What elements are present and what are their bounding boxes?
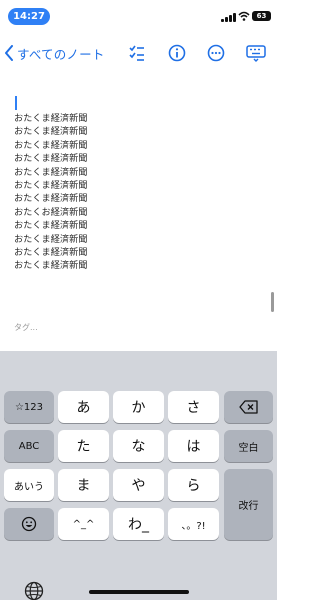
- note-line: おたくま経済新聞: [14, 139, 88, 151]
- note-line: おたくま経済新聞: [14, 166, 88, 178]
- space-key[interactable]: 空白: [224, 430, 273, 462]
- key-abc[interactable]: ABC: [4, 430, 54, 462]
- key-ka[interactable]: か: [113, 391, 164, 423]
- info-icon[interactable]: [166, 42, 188, 64]
- note-line: おたくま経済新聞: [14, 260, 88, 272]
- back-label: すべてのノート: [17, 46, 105, 62]
- note-line: おたくお経済新聞: [14, 206, 88, 218]
- cellular-signal-icon: [221, 12, 237, 22]
- key-ha[interactable]: は: [168, 430, 219, 462]
- key-ma[interactable]: ま: [58, 469, 109, 501]
- key-numbers[interactable]: ☆123: [4, 391, 54, 423]
- more-icon[interactable]: [205, 42, 227, 64]
- back-button[interactable]: すべてのノート: [4, 40, 105, 66]
- key-na[interactable]: な: [113, 430, 164, 462]
- nav-bar: すべてのノート: [0, 36, 277, 70]
- emoji-key[interactable]: [4, 508, 54, 540]
- backspace-key[interactable]: [224, 391, 273, 423]
- key-ra[interactable]: ら: [168, 469, 219, 501]
- note-line: おたくま経済新聞: [14, 113, 88, 124]
- wifi-icon: [238, 11, 250, 21]
- note-line: おたくま経済新聞: [14, 126, 88, 138]
- chevron-left-icon: [5, 45, 13, 61]
- key-ya[interactable]: や: [113, 469, 164, 501]
- note-line: おたくま経済新聞: [14, 180, 88, 192]
- status-time: 14:27: [8, 8, 50, 25]
- return-key[interactable]: 改行: [224, 469, 273, 540]
- note-line: おたくま経済新聞: [14, 220, 88, 232]
- tags-field[interactable]: タグ...: [14, 322, 38, 333]
- home-indicator: [89, 590, 189, 594]
- scrollbar[interactable]: [271, 292, 274, 312]
- emoji-icon: [21, 516, 37, 532]
- note-line: おたくま経済新聞: [14, 153, 88, 165]
- note-lines: おたくま経済新聞 おたくま経済新聞 おたくま経済新聞 おたくま経済新聞 おたくま経済新聞…: [14, 112, 264, 273]
- status-bar: 14:27 63: [0, 0, 277, 32]
- keyboard-icon[interactable]: [245, 42, 267, 64]
- note-line: おたくま経済新聞: [14, 233, 88, 245]
- globe-icon[interactable]: [24, 581, 44, 600]
- note-line: おたくま経済新聞: [14, 247, 88, 259]
- backspace-icon: [238, 400, 258, 414]
- key-kana[interactable]: あいう: [4, 469, 54, 501]
- key-ta[interactable]: た: [58, 430, 109, 462]
- note-editor[interactable]: おたくま経済新聞 おたくま経済新聞 おたくま経済新聞 おたくま経済新聞 おたくま経済新聞…: [14, 96, 264, 273]
- key-punctuation[interactable]: 、。?!: [168, 508, 219, 540]
- checklist-icon[interactable]: [126, 42, 148, 64]
- text-cursor: [15, 96, 17, 110]
- key-sa[interactable]: さ: [168, 391, 219, 423]
- key-a[interactable]: あ: [58, 391, 109, 423]
- battery-icon: 63: [252, 11, 271, 21]
- key-kaomoji[interactable]: ^_^: [58, 508, 109, 540]
- note-line: おたくま経済新聞: [14, 193, 88, 205]
- key-wa[interactable]: わ_: [113, 508, 164, 540]
